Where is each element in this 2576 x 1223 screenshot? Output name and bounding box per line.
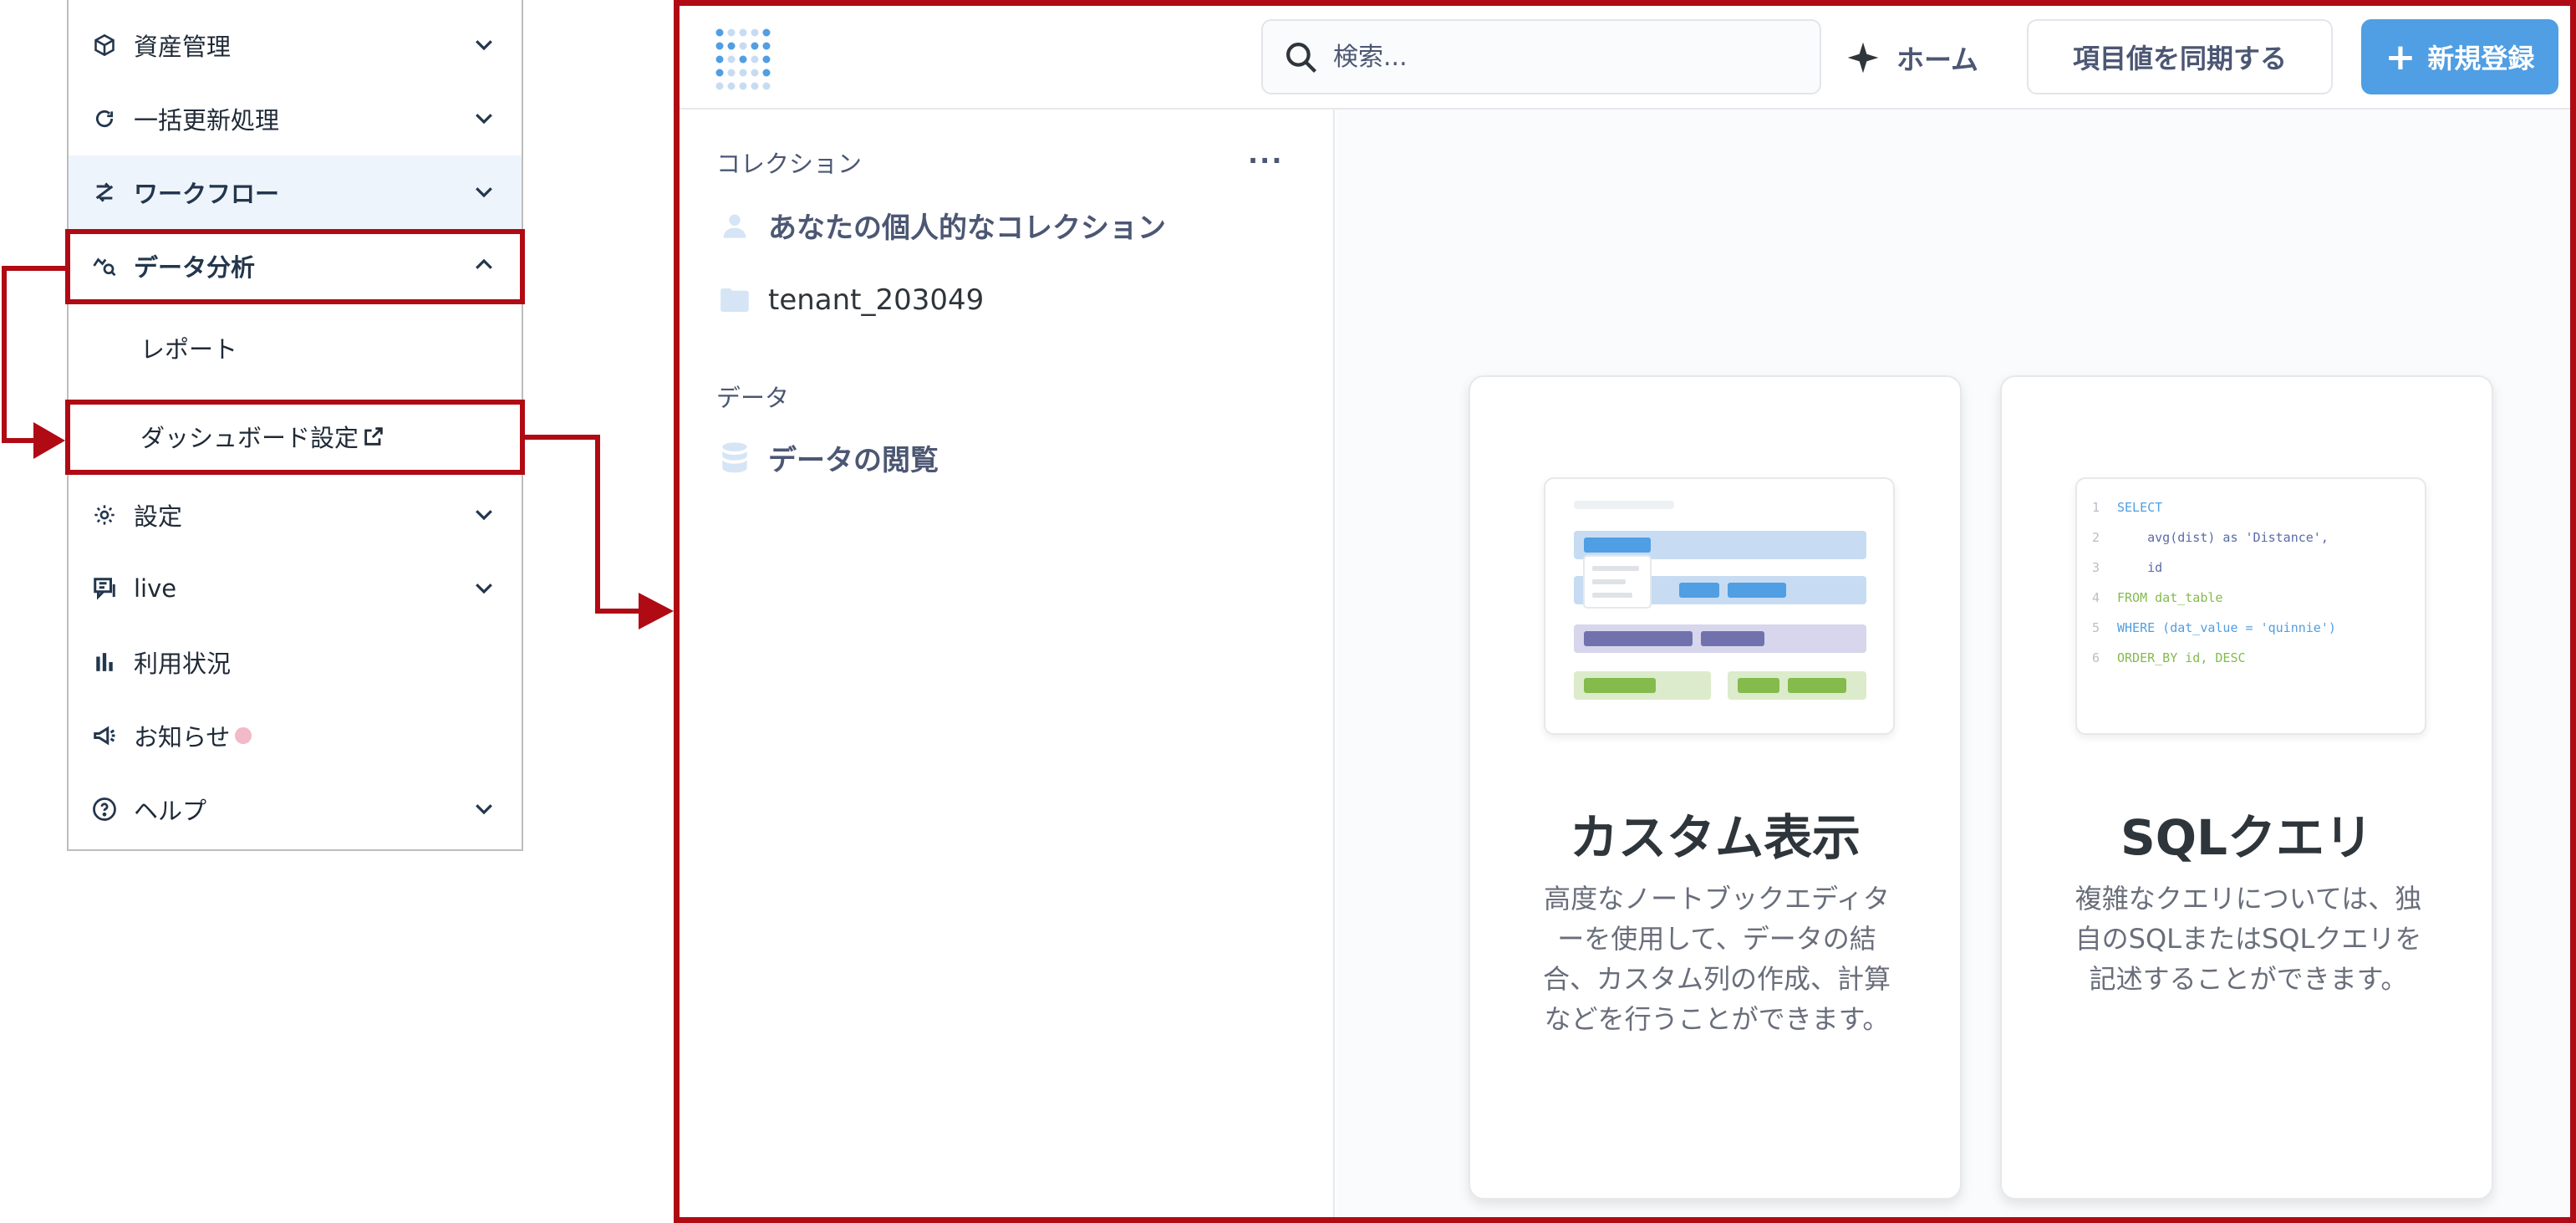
code-line: avg(dist) as 'Distance', <box>2147 530 2329 545</box>
nav-item-workflow[interactable]: ワークフロー <box>69 155 522 229</box>
gear-icon <box>90 501 119 529</box>
connector-line <box>595 435 600 614</box>
nav-item-label: 利用状況 <box>134 650 232 678</box>
collection-item-label: あなたの個人的なコレクション <box>768 211 1166 245</box>
nav-subitem-label: レポート <box>140 335 238 364</box>
sparkle-icon <box>1847 42 1879 74</box>
collection-item-tenant[interactable]: tenant_203049 <box>716 283 984 317</box>
notebook-editor-illustration <box>1544 477 1895 735</box>
home-button[interactable]: ホーム <box>1846 31 1978 84</box>
connector-line <box>2 266 7 443</box>
nav-item-bulk-update[interactable]: 一括更新処理 <box>69 82 522 155</box>
new-button-label: 新規登録 <box>2427 43 2535 74</box>
code-line: FROM dat_table <box>2117 590 2223 605</box>
nav-item-label: live <box>134 574 177 603</box>
card-title: SQLクエリ <box>2120 809 2374 866</box>
highlight-data-analysis <box>65 229 525 304</box>
collection-item-personal[interactable]: あなたの個人的なコレクション <box>716 205 1166 246</box>
nav-item-asset-management[interactable]: 資産管理 <box>69 8 522 82</box>
chevron-down-icon[interactable] <box>471 502 496 527</box>
custom-view-card[interactable]: カスタム表示 高度なノートブックエディターを使用して、データの結合、カスタム列の… <box>1469 375 1962 1200</box>
refresh-icon <box>90 104 119 133</box>
more-options-icon[interactable]: ··· <box>1248 145 1283 176</box>
search-input[interactable] <box>1333 42 1801 72</box>
megaphone-icon <box>90 721 119 750</box>
workflow-icon <box>90 178 119 206</box>
chevron-down-icon[interactable] <box>471 32 496 57</box>
nav-item-settings[interactable]: 設定 <box>69 478 522 552</box>
search-icon <box>1286 43 1316 73</box>
collections-sidebar: コレクション ··· あなたの個人的なコレクション tenant_203049 … <box>680 110 1335 1217</box>
card-title: カスタム表示 <box>1569 809 1861 866</box>
arrow-head-icon <box>639 593 674 629</box>
chevron-down-icon[interactable] <box>471 575 496 600</box>
chevron-down-icon[interactable] <box>471 179 496 204</box>
collection-item-label: tenant_203049 <box>768 283 985 317</box>
person-icon <box>716 209 753 242</box>
nav-subitem-report[interactable]: レポート <box>69 311 522 385</box>
database-icon <box>716 441 753 475</box>
code-line: SELECT <box>2117 500 2163 515</box>
connector-line <box>523 435 600 440</box>
bar-chart-icon <box>90 648 119 676</box>
help-circle-icon <box>90 795 119 823</box>
data-item-label: データの閲覧 <box>768 444 939 477</box>
plus-icon: + <box>2385 35 2416 79</box>
nav-item-label: ヘルプ <box>134 797 207 825</box>
connector-line <box>2 266 70 271</box>
nav-item-help[interactable]: ヘルプ <box>69 772 522 846</box>
dashboard-app-window: ホーム 項目値を同期する + 新規登録 コレクション ··· あなたの個人的なコ… <box>674 0 2576 1223</box>
highlight-dashboard-settings <box>65 400 525 475</box>
chevron-down-icon[interactable] <box>471 105 496 130</box>
chevron-down-icon[interactable] <box>471 796 496 821</box>
cube-icon <box>90 31 119 59</box>
card-description: 複雑なクエリについては、独自のSQLまたはSQLクエリを記述することができます。 <box>2075 883 2422 995</box>
home-button-label: ホーム <box>1896 43 1979 76</box>
collections-section-label: コレクション <box>716 150 863 178</box>
sync-button-label: 項目値を同期する <box>2072 43 2287 74</box>
app-logo-icon[interactable] <box>713 24 771 91</box>
code-line: ORDER_BY id, DESC <box>2117 650 2246 665</box>
nav-item-label: 一括更新処理 <box>134 106 280 135</box>
nav-item-live[interactable]: live <box>69 552 522 625</box>
sync-field-values-button[interactable]: 項目値を同期する <box>2027 19 2333 94</box>
folder-icon <box>716 283 753 317</box>
nav-item-label: 設定 <box>134 502 183 531</box>
connector-line <box>2 438 37 443</box>
code-line: id <box>2147 560 2163 575</box>
connector-line <box>595 609 642 614</box>
nav-item-label: ワークフロー <box>134 180 280 208</box>
code-line: WHERE (dat_value = 'quinnie') <box>2117 620 2336 635</box>
main-content: カスタム表示 高度なノートブックエディターを使用して、データの結合、カスタム列の… <box>1336 110 2570 1217</box>
nav-item-usage[interactable]: 利用状況 <box>69 625 522 699</box>
data-section-label: データ <box>716 384 790 412</box>
top-bar: ホーム 項目値を同期する + 新規登録 <box>680 6 2570 110</box>
sql-editor-illustration: 1 SELECT 2 avg(dist) as 'Distance', 3 id … <box>2075 477 2426 735</box>
search-box[interactable] <box>1261 19 1821 94</box>
new-button[interactable]: + 新規登録 <box>2361 19 2558 94</box>
sql-query-card[interactable]: 1 SELECT 2 avg(dist) as 'Distance', 3 id … <box>2000 375 2493 1200</box>
sql-code-snippet: 1 SELECT 2 avg(dist) as 'Distance', 3 id … <box>2092 500 2336 665</box>
nav-item-label: お知らせ <box>134 723 231 752</box>
nav-item-notifications[interactable]: お知らせ <box>69 699 522 772</box>
data-item-browse[interactable]: データの閲覧 <box>716 437 939 478</box>
notification-dot <box>235 727 252 744</box>
card-description: 高度なノートブックエディターを使用して、データの結合、カスタム列の作成、計算など… <box>1542 883 1891 1035</box>
chat-icon <box>90 574 119 603</box>
nav-item-label: 資産管理 <box>134 33 232 61</box>
arrow-head-icon <box>33 422 65 459</box>
